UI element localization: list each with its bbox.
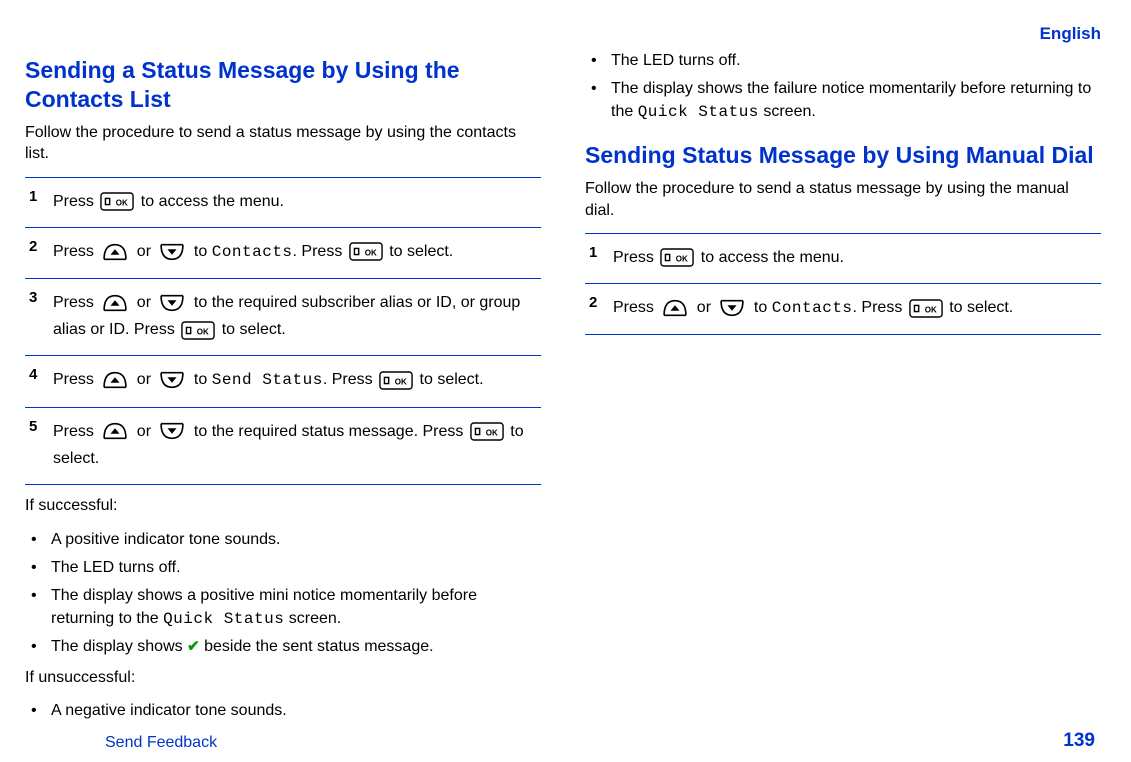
code-text: Quick Status — [163, 610, 284, 628]
step-text: Press — [53, 423, 98, 440]
step-text: to access the menu. — [701, 249, 844, 266]
up-arrow-key-icon — [100, 242, 130, 262]
content-columns: Sending a Status Message by Using the Co… — [25, 50, 1101, 728]
item-text: The display shows — [51, 638, 187, 655]
section1-title: Sending a Status Message by Using the Co… — [25, 56, 541, 114]
step-text: to — [754, 299, 772, 316]
up-arrow-key-icon — [100, 370, 130, 390]
section2-intro: Follow the procedure to send a status me… — [585, 178, 1101, 221]
step-5: 5 Press or to the required status messag… — [25, 407, 541, 485]
down-arrow-key-icon — [157, 421, 187, 441]
if-successful-label: If successful: — [25, 495, 541, 517]
step-text: . Press — [853, 299, 907, 316]
checkmark-icon: ✔ — [187, 636, 200, 657]
up-arrow-key-icon — [100, 421, 130, 441]
step-text: Press — [53, 193, 98, 210]
up-arrow-key-icon — [660, 298, 690, 318]
step-number: 1 — [29, 184, 37, 210]
step-2: 2 Press or to Contacts. Press to select. — [25, 227, 541, 278]
section2-title: Sending Status Message by Using Manual D… — [585, 141, 1101, 170]
step-text: or — [697, 299, 716, 316]
list-item: The display shows ✔ beside the sent stat… — [25, 636, 541, 658]
down-arrow-key-icon — [157, 293, 187, 313]
step-text: to — [194, 243, 212, 260]
step-number: 5 — [29, 414, 37, 440]
step-text: Press — [613, 299, 658, 316]
step-text: to select. — [222, 321, 286, 338]
step-3: 3 Press or to the required subscriber al… — [25, 278, 541, 355]
section1-steps: 1 Press to access the menu. 2 Press or t… — [25, 177, 541, 485]
code-text: Send Status — [212, 371, 323, 389]
item-text: screen. — [284, 610, 341, 627]
step-text: to select. — [949, 299, 1013, 316]
step-number: 2 — [589, 290, 597, 316]
step-text: Press — [613, 249, 658, 266]
menu-ok-key-icon — [379, 371, 413, 390]
step-4: 4 Press or to Send Status. Press to sele… — [25, 355, 541, 406]
list-item: A negative indicator tone sounds. — [25, 700, 541, 722]
down-arrow-key-icon — [157, 370, 187, 390]
success-bullets: A positive indicator tone sounds. The LE… — [25, 529, 541, 659]
step-1: 1 Press to access the menu. — [25, 177, 541, 227]
down-arrow-key-icon — [717, 298, 747, 318]
section2-steps: 1 Press to access the menu. 2 Press or t… — [585, 233, 1101, 335]
step-text: to the required status message. Press — [194, 423, 468, 440]
step-text: Press — [53, 371, 98, 388]
step-text: or — [137, 423, 156, 440]
menu-ok-key-icon — [660, 248, 694, 267]
code-text: Contacts — [212, 243, 293, 261]
step-text: or — [137, 294, 156, 311]
step-text: Press — [53, 294, 98, 311]
language-header: English — [25, 24, 1101, 44]
up-arrow-key-icon — [100, 293, 130, 313]
code-text: Quick Status — [638, 103, 759, 121]
step-text: or — [137, 243, 156, 260]
menu-ok-key-icon — [181, 321, 215, 340]
step-number: 4 — [29, 362, 37, 388]
list-item: The display shows a positive mini notice… — [25, 585, 541, 630]
page: English Sending a Status Message by Usin… — [0, 0, 1131, 762]
step-1: 1 Press to access the menu. — [585, 233, 1101, 283]
page-footer: Send Feedback 139 — [25, 728, 1101, 752]
step-text: to select. — [389, 243, 453, 260]
send-feedback-link[interactable]: Send Feedback — [105, 734, 217, 752]
step-text: . Press — [323, 371, 377, 388]
step-text: . Press — [293, 243, 347, 260]
step-text: to select. — [420, 371, 484, 388]
step-number: 1 — [589, 240, 597, 266]
menu-ok-key-icon — [909, 299, 943, 318]
item-text: beside the sent status message. — [200, 638, 434, 655]
step-text: to — [194, 371, 212, 388]
if-unsuccessful-label: If unsuccessful: — [25, 667, 541, 689]
list-item: A positive indicator tone sounds. — [25, 529, 541, 551]
menu-ok-key-icon — [100, 192, 134, 211]
list-item: The LED turns off. — [585, 50, 1101, 72]
step-2: 2 Press or to Contacts. Press to select. — [585, 283, 1101, 335]
step-text: or — [137, 371, 156, 388]
step-text: Press — [53, 243, 98, 260]
section1-intro: Follow the procedure to send a status me… — [25, 122, 541, 165]
menu-ok-key-icon — [470, 422, 504, 441]
down-arrow-key-icon — [157, 242, 187, 262]
item-text: screen. — [759, 103, 816, 120]
step-text: to access the menu. — [141, 193, 284, 210]
code-text: Contacts — [772, 299, 853, 317]
list-item: The display shows the failure notice mom… — [585, 78, 1101, 123]
step-number: 3 — [29, 285, 37, 311]
list-item: The LED turns off. — [25, 557, 541, 579]
page-number: 139 — [1063, 730, 1095, 752]
step-number: 2 — [29, 234, 37, 260]
menu-ok-key-icon — [349, 242, 383, 261]
